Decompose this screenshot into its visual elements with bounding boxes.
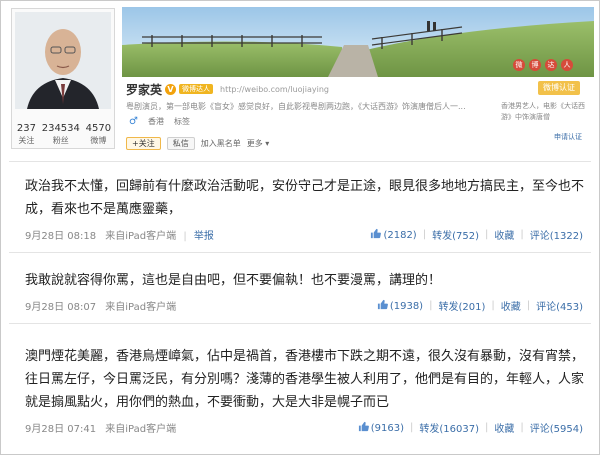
stat-fans[interactable]: 234534 粉丝 xyxy=(42,123,80,147)
comment-link[interactable]: 评论(1322) xyxy=(530,227,583,242)
post-actions: (2182) | 转发(752) | 收藏 | 评论(1322) xyxy=(370,227,583,242)
post-source[interactable]: 来自iPad客户端 xyxy=(105,231,176,242)
favorite-link[interactable]: 收藏 xyxy=(494,227,514,242)
separator: | xyxy=(484,229,489,240)
favorite-link[interactable]: 收藏 xyxy=(494,420,514,435)
profile-location: 香港 xyxy=(147,117,164,126)
profile-card: 237 关注 234534 粉丝 4570 微博 xyxy=(11,8,115,149)
apply-verify-link[interactable]: 申请认证 xyxy=(554,132,582,142)
stat-following[interactable]: 237 关注 xyxy=(17,123,36,147)
profile-url[interactable]: http://weibo.com/luojiaying xyxy=(220,85,329,94)
report-link[interactable]: 举报 xyxy=(194,231,214,242)
post-text: 政治我不太懂，回歸前有什麼政治活動呢，安份守己才是正途，眼見很多地地方搞民主，至… xyxy=(25,179,585,217)
post-date[interactable]: 9月28日 08:07 xyxy=(25,302,96,313)
post-source[interactable]: 来自iPad客户端 xyxy=(105,302,176,313)
thumbs-up-icon xyxy=(358,421,369,432)
post-footer: 9月28日 08:18 来自iPad客户端 | 举报 (2182) | 转发(7… xyxy=(25,227,583,242)
stat-value: 234534 xyxy=(41,123,80,134)
stat-label: 粉丝 xyxy=(52,136,69,145)
post-item: 我敢說就容得你罵，這也是自由吧，但不要偏執！也不要漫罵，講理的！ 9月28日 0… xyxy=(25,269,585,313)
stat-value: 4570 xyxy=(85,123,112,134)
talent-badge[interactable]: 微博达人 xyxy=(179,84,214,94)
comment-link[interactable]: 评论(5954) xyxy=(530,420,583,435)
divider xyxy=(9,252,591,253)
like-button[interactable]: (2182) xyxy=(370,228,417,241)
weibo-page: 237 关注 234534 粉丝 4570 微博 罗家英 V 微博达人 http… xyxy=(0,0,600,455)
separator: | xyxy=(484,422,489,433)
weibo-verify-badge[interactable]: 微博认证 xyxy=(538,81,580,95)
badge-icon[interactable]: 微 xyxy=(513,59,525,71)
post-date[interactable]: 9月28日 07:41 xyxy=(25,424,96,435)
separator: | xyxy=(491,300,495,311)
stat-value: 237 xyxy=(16,123,36,134)
profile-stats: 237 关注 234534 粉丝 4570 微博 xyxy=(14,123,114,147)
badge-icons: 微 博 达 人 xyxy=(513,59,573,71)
profile-actions: +关注 私信 加入黑名单 更多 ▾ xyxy=(126,137,269,150)
post-actions: (1938) | 转发(201) | 收藏 | 评论(453) xyxy=(377,298,583,313)
message-button[interactable]: 私信 xyxy=(166,137,195,150)
stat-posts[interactable]: 4570 微博 xyxy=(86,123,111,147)
avatar[interactable] xyxy=(15,12,111,109)
separator: | xyxy=(183,231,187,242)
like-count: (1938) xyxy=(389,301,424,312)
like-button[interactable]: (1938) xyxy=(377,299,423,312)
post-text: 澳門煙花美麗，香港烏煙嶂氣，佔中是禍首，香港樓市下跌之期不遠，很久沒有暴動，沒有… xyxy=(25,349,585,410)
more-label: 更多 xyxy=(246,139,263,148)
profile-meta: ♂ 香港 标签 xyxy=(129,116,190,127)
follow-button[interactable]: +关注 xyxy=(126,137,161,150)
repost-link[interactable]: 转发(16037) xyxy=(419,420,479,435)
comment-link[interactable]: 评论(453) xyxy=(536,298,583,313)
thumbs-up-icon xyxy=(371,228,382,239)
like-count: (2182) xyxy=(383,230,417,241)
stat-label: 微博 xyxy=(90,136,107,145)
profile-description: 粤剧演员，第一部电影《盲女》感觉良好，自此影视粤剧两边跑，《大话西游》饰演唐僧后… xyxy=(126,102,466,111)
post-source[interactable]: 来自iPad客户端 xyxy=(105,424,176,435)
divider xyxy=(9,323,591,324)
post-text: 我敢說就容得你罵，這也是自由吧，但不要偏執！也不要漫罵，講理的！ xyxy=(25,273,442,288)
post-footer: 9月28日 07:41 来自iPad客户端 (9163) | 转发(16037)… xyxy=(25,420,583,435)
blacklist-link[interactable]: 加入黑名单 xyxy=(201,138,241,149)
like-count: (9163) xyxy=(370,423,404,434)
separator: | xyxy=(520,229,524,240)
thumbs-up-icon xyxy=(377,299,388,310)
divider xyxy=(9,161,591,162)
post-footer: 9月28日 08:07 来自iPad客户端 (1938) | 转发(201) |… xyxy=(25,298,583,313)
profile-name: 罗家英 xyxy=(126,82,163,97)
post-item: 政治我不太懂，回歸前有什麼政治活動呢，安份守己才是正途，眼見很多地地方搞民主，至… xyxy=(25,175,585,242)
repost-link[interactable]: 转发(201) xyxy=(438,298,485,313)
post-item: 澳門煙花美麗，香港烏煙嶂氣，佔中是禍首，香港樓市下跌之期不遠，很久沒有暴動，沒有… xyxy=(25,345,585,435)
separator: | xyxy=(429,300,433,311)
post-date[interactable]: 9月28日 08:18 xyxy=(25,231,96,242)
separator: | xyxy=(422,229,427,240)
stat-label: 关注 xyxy=(18,136,35,145)
badge-icon[interactable]: 博 xyxy=(529,59,541,71)
badge-icon[interactable]: 人 xyxy=(561,59,573,71)
verified-icon: V xyxy=(165,83,177,95)
verify-description: 香港男艺人，电影《大话西游》中饰演唐僧 xyxy=(501,102,585,121)
favorite-link[interactable]: 收藏 xyxy=(501,298,521,313)
post-actions: (9163) | 转发(16037) | 收藏 | 评论(5954) xyxy=(358,420,583,435)
separator: | xyxy=(409,422,414,433)
badge-icon[interactable]: 达 xyxy=(545,59,557,71)
male-icon: ♂ xyxy=(129,116,138,127)
separator: | xyxy=(520,422,524,433)
like-button[interactable]: (9163) xyxy=(358,421,404,434)
repost-link[interactable]: 转发(752) xyxy=(432,227,479,242)
tags-link[interactable]: 标签 xyxy=(174,116,190,127)
separator: | xyxy=(526,300,531,311)
profile-name-row: 罗家英 V 微博达人 http://weibo.com/luojiaying xyxy=(126,81,329,97)
more-link[interactable]: 更多 ▾ xyxy=(247,138,270,149)
